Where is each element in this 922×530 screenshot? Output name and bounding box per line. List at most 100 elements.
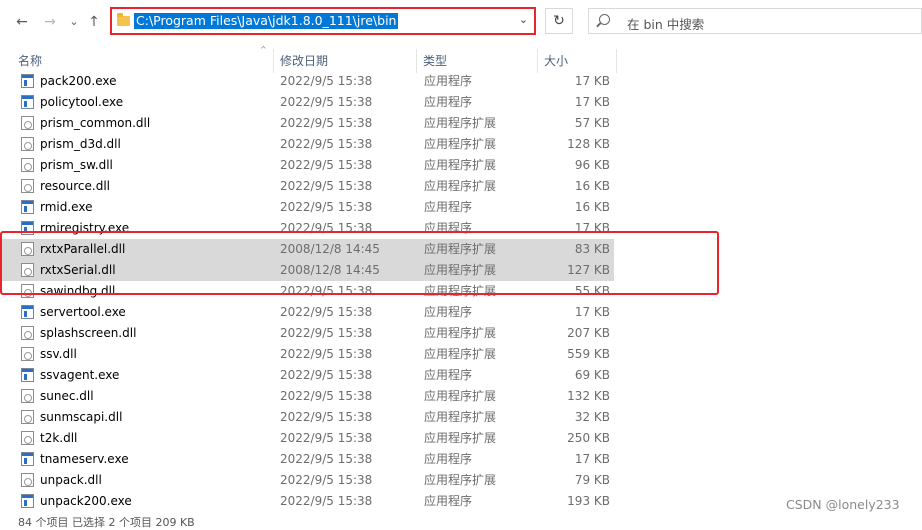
watermark: CSDN @lonely233 xyxy=(786,497,900,512)
search-placeholder: 在 bin 中搜索 xyxy=(627,17,705,32)
file-row[interactable]: rxtxSerial.dll 2008/12/8 14:45 应用程序扩展 127 K… xyxy=(0,260,614,281)
dll-file-icon xyxy=(21,179,34,193)
file-row[interactable]: prism_common.dll 2022/9/5 15:38 应用程序扩展 57 K… xyxy=(0,113,614,134)
file-date: 2022/9/5 15:38 xyxy=(280,74,373,88)
search-input[interactable]: 在 bin 中搜索 xyxy=(588,8,922,34)
file-type: 应用程序扩展 xyxy=(424,116,497,130)
dll-file-icon xyxy=(21,158,34,172)
file-row[interactable]: sawindbg.dll 2022/9/5 15:38 应用程序扩展 55 KB xyxy=(0,281,614,302)
file-row[interactable]: rmiregistry.exe 2022/9/5 15:38 应用程序 17 KB xyxy=(0,218,614,239)
file-size: 17 KB xyxy=(574,221,610,235)
refresh-icon[interactable]: ↻ xyxy=(545,8,573,34)
dll-file-icon xyxy=(21,242,34,256)
file-row[interactable]: sunmscapi.dll 2022/9/5 15:38 应用程序扩展 32 KB xyxy=(0,407,614,428)
file-type: 应用程序扩展 xyxy=(424,179,497,193)
file-type: 应用程序扩展 xyxy=(424,431,497,445)
file-size: 207 KB xyxy=(567,326,610,340)
file-date: 2008/12/8 14:45 xyxy=(280,242,380,256)
back-arrow-icon[interactable]: ← xyxy=(12,12,32,32)
file-size: 16 KB xyxy=(574,200,610,214)
file-date: 2022/9/5 15:38 xyxy=(280,431,373,445)
file-type: 应用程序 xyxy=(424,452,473,466)
column-date[interactable]: 修改日期 xyxy=(274,49,416,73)
application-file-icon xyxy=(21,221,34,235)
file-name: rmiregistry.exe xyxy=(40,221,130,235)
column-name[interactable]: 名称 xyxy=(12,49,272,73)
file-date: 2022/9/5 15:38 xyxy=(280,452,373,466)
file-name: splashscreen.dll xyxy=(40,326,137,340)
file-row[interactable]: sunec.dll 2022/9/5 15:38 应用程序扩展 132 KB xyxy=(0,386,614,407)
file-row[interactable]: prism_sw.dll 2022/9/5 15:38 应用程序扩展 96 KB xyxy=(0,155,614,176)
file-row[interactable]: unpack200.exe 2022/9/5 15:38 应用程序 193 KB xyxy=(0,491,614,512)
dll-file-icon xyxy=(21,431,34,445)
file-type: 应用程序扩展 xyxy=(424,389,497,403)
file-size: 127 KB xyxy=(567,263,610,277)
search-icon xyxy=(599,14,610,25)
dll-file-icon xyxy=(21,263,34,277)
column-type[interactable]: 类型 xyxy=(417,49,537,73)
column-separator[interactable] xyxy=(616,49,617,73)
address-bar[interactable]: C:\Program Files\Java\jdk1.8.0_111\jre\b… xyxy=(110,7,536,35)
file-size: 32 KB xyxy=(574,410,610,424)
file-size: 128 KB xyxy=(567,137,610,151)
file-type: 应用程序 xyxy=(424,494,473,508)
file-row[interactable]: rmid.exe 2022/9/5 15:38 应用程序 16 KB xyxy=(0,197,614,218)
file-row[interactable]: splashscreen.dll 2022/9/5 15:38 应用程序扩展 207 … xyxy=(0,323,614,344)
file-name: sunmscapi.dll xyxy=(40,410,123,424)
file-type: 应用程序扩展 xyxy=(424,158,497,172)
file-type: 应用程序 xyxy=(424,74,473,88)
file-size: 83 KB xyxy=(574,242,610,256)
file-size: 17 KB xyxy=(574,74,610,88)
file-size: 250 KB xyxy=(567,431,610,445)
file-date: 2022/9/5 15:38 xyxy=(280,494,373,508)
column-size[interactable]: 大小 xyxy=(538,49,616,73)
address-path[interactable]: C:\Program Files\Java\jdk1.8.0_111\jre\b… xyxy=(134,13,399,29)
file-type: 应用程序 xyxy=(424,95,473,109)
file-name: sunec.dll xyxy=(40,389,94,403)
file-name: rmid.exe xyxy=(40,200,93,214)
file-row[interactable]: prism_d3d.dll 2022/9/5 15:38 应用程序扩展 128 KB xyxy=(0,134,614,155)
recent-locations-chevron-icon[interactable]: ⌄ xyxy=(64,12,84,32)
file-date: 2022/9/5 15:38 xyxy=(280,389,373,403)
dll-file-icon xyxy=(21,473,34,487)
file-row[interactable]: pack200.exe 2022/9/5 15:38 应用程序 17 KB xyxy=(0,71,614,92)
file-row[interactable]: policytool.exe 2022/9/5 15:38 应用程序 17 KB xyxy=(0,92,614,113)
file-name: resource.dll xyxy=(40,179,111,193)
application-file-icon xyxy=(21,305,34,319)
file-type: 应用程序扩展 xyxy=(424,242,497,256)
file-row[interactable]: ssv.dll 2022/9/5 15:38 应用程序扩展 559 KB xyxy=(0,344,614,365)
file-name: rxtxSerial.dll xyxy=(40,263,116,277)
file-type: 应用程序扩展 xyxy=(424,410,497,424)
file-name: sawindbg.dll xyxy=(40,284,116,298)
file-name: prism_sw.dll xyxy=(40,158,113,172)
file-size: 193 KB xyxy=(567,494,610,508)
column-header: ^ 名称 修改日期 类型 大小 xyxy=(0,45,922,73)
file-size: 55 KB xyxy=(574,284,610,298)
file-row[interactable]: ssvagent.exe 2022/9/5 15:38 应用程序 69 KB xyxy=(0,365,614,386)
file-type: 应用程序扩展 xyxy=(424,326,497,340)
up-arrow-icon[interactable]: ↑ xyxy=(84,12,104,32)
file-row[interactable]: servertool.exe 2022/9/5 15:38 应用程序 17 KB xyxy=(0,302,614,323)
file-row[interactable]: unpack.dll 2022/9/5 15:38 应用程序扩展 79 KB xyxy=(0,470,614,491)
file-row[interactable]: rxtxParallel.dll 2008/12/8 14:45 应用程序扩展 83 … xyxy=(0,239,614,260)
file-name: ssvagent.exe xyxy=(40,368,120,382)
file-row[interactable]: t2k.dll 2022/9/5 15:38 应用程序扩展 250 KB xyxy=(0,428,614,449)
application-file-icon xyxy=(21,200,34,214)
file-name: rxtxParallel.dll xyxy=(40,242,126,256)
file-name: servertool.exe xyxy=(40,305,126,319)
address-dropdown-chevron-icon[interactable]: ⌄ xyxy=(519,13,528,26)
file-date: 2022/9/5 15:38 xyxy=(280,116,373,130)
file-date: 2022/9/5 15:38 xyxy=(280,410,373,424)
forward-arrow-icon[interactable]: → xyxy=(40,12,60,32)
file-name: tnameserv.exe xyxy=(40,452,129,466)
toolbar: ← → ⌄ ↑ C:\Program Files\Java\jdk1.8.0_1… xyxy=(0,0,922,44)
file-date: 2022/9/5 15:38 xyxy=(280,95,373,109)
file-size: 132 KB xyxy=(567,389,610,403)
file-row[interactable]: resource.dll 2022/9/5 15:38 应用程序扩展 16 KB xyxy=(0,176,614,197)
file-name: prism_d3d.dll xyxy=(40,137,121,151)
file-list: pack200.exe 2022/9/5 15:38 应用程序 17 KB policy… xyxy=(0,71,922,522)
file-type: 应用程序扩展 xyxy=(424,347,497,361)
file-name: policytool.exe xyxy=(40,95,124,109)
file-type: 应用程序 xyxy=(424,368,473,382)
file-row[interactable]: tnameserv.exe 2022/9/5 15:38 应用程序 17 KB xyxy=(0,449,614,470)
